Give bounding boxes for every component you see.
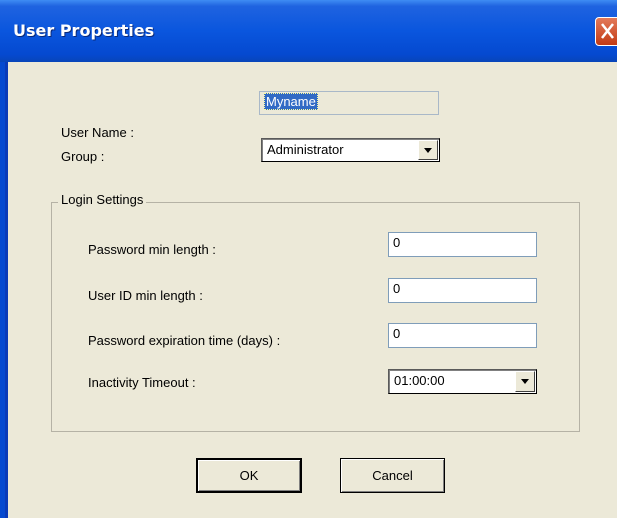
inactivity-timeout-value: 01:00:00: [394, 373, 445, 388]
password-min-length-value: 0: [393, 235, 401, 250]
password-min-length-label: Password min length :: [88, 242, 216, 257]
title-bar[interactable]: User Properties: [0, 0, 617, 62]
group-value: Administrator: [267, 142, 344, 157]
password-min-length-input[interactable]: 0: [388, 232, 537, 257]
window-title: User Properties: [13, 21, 155, 40]
login-settings-title: Login Settings: [58, 192, 147, 207]
user-name-label: User Name :: [61, 125, 134, 140]
group-dropdown-arrow-icon[interactable]: [418, 140, 438, 160]
ok-button[interactable]: OK: [196, 458, 302, 493]
cancel-button[interactable]: Cancel: [340, 458, 445, 493]
close-button[interactable]: [595, 17, 617, 46]
user-id-min-length-label: User ID min length :: [88, 288, 203, 303]
window-frame: [0, 62, 8, 518]
inactivity-timeout-dropdown-arrow-icon[interactable]: [515, 371, 535, 392]
user-id-min-length-input[interactable]: 0: [388, 278, 537, 303]
user-name-value: Myname: [264, 93, 318, 110]
close-icon: [601, 23, 614, 39]
password-expiration-label: Password expiration time (days) :: [88, 333, 281, 348]
password-expiration-input[interactable]: 0: [388, 323, 537, 348]
user-name-field[interactable]: Myname: [259, 91, 439, 115]
group-label: Group :: [61, 149, 105, 164]
user-id-min-length-value: 0: [393, 281, 401, 296]
user-properties-dialog: User Properties User Name : Myname Group…: [0, 0, 617, 518]
inactivity-timeout-label: Inactivity Timeout :: [88, 375, 196, 390]
inactivity-timeout-select[interactable]: 01:00:00: [388, 369, 537, 394]
password-expiration-value: 0: [393, 326, 401, 341]
group-select[interactable]: Administrator: [261, 138, 440, 162]
